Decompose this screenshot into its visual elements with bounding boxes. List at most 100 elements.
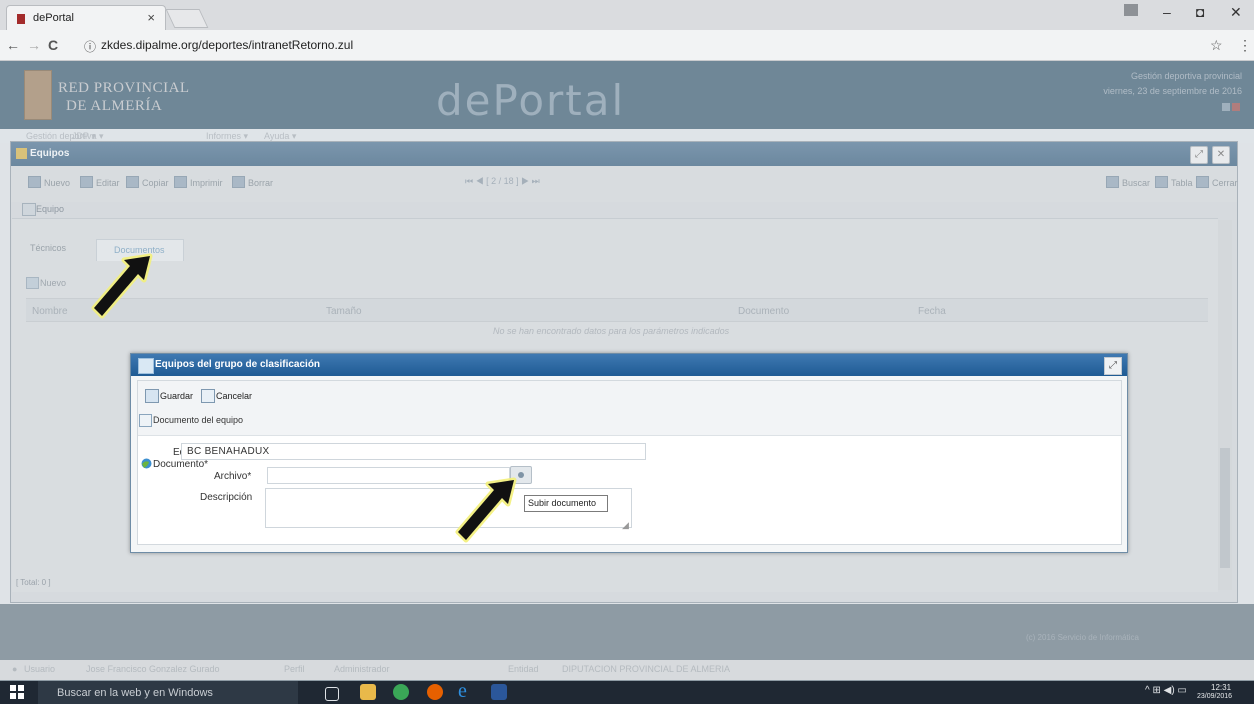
info-icon[interactable]: ⓘ [84, 38, 96, 55]
cancel-icon [201, 389, 215, 403]
usuario-value: Jose Francisco Gonzalez Gurado [86, 664, 220, 674]
favicon-icon [17, 14, 25, 24]
save-icon [145, 389, 159, 403]
taskbar-time[interactable]: 12:31 [1211, 683, 1231, 692]
dialog-maximize-icon[interactable]: ⤢ [1104, 357, 1122, 375]
help-icon[interactable] [1222, 103, 1230, 111]
app-title: dePortal [436, 76, 626, 125]
document-globe-icon [141, 458, 152, 469]
form-icon [22, 203, 36, 216]
documents-grid-header [26, 298, 1208, 322]
delete-icon [232, 176, 245, 188]
search-icon [1106, 176, 1119, 188]
restore-icon[interactable]: ◘ [1196, 4, 1204, 20]
brand-line-2: DE ALMERÍA [66, 98, 163, 114]
entidad-value: DIPUTACION PROVINCIAL DE ALMERIA [562, 664, 731, 674]
equipos-titlebar [11, 142, 1237, 166]
archivo-label: Archivo* [214, 471, 252, 482]
upload-tooltip: Subir documento [524, 495, 608, 512]
dialog-title: Equipos del grupo de clasificación [155, 359, 321, 370]
equipos-window-title: Equipos [30, 148, 70, 159]
annotation-arrow-icon [91, 253, 153, 319]
tab-tecnicos[interactable]: Técnicos [30, 243, 66, 253]
edit-icon [80, 176, 93, 188]
url-text[interactable]: zkdes.dipalme.org/deportes/intranetRetor… [101, 38, 353, 52]
browser-tab[interactable]: dePortal × [6, 5, 166, 30]
table-icon [1155, 176, 1168, 188]
cerrar-button[interactable]: Cerrar [1196, 176, 1238, 188]
perfil-label: Perfil [284, 664, 305, 674]
new-tab-button[interactable] [165, 9, 209, 28]
equipos-maximize-icon[interactable]: ⤢ [1190, 146, 1208, 164]
new-icon [28, 176, 41, 188]
minimize-icon[interactable]: – [1163, 4, 1171, 20]
dialog-toolbar [138, 381, 1121, 410]
scroll-thumb[interactable] [1220, 448, 1230, 568]
equipos-close-icon[interactable]: ✕ [1212, 146, 1230, 164]
tab-title: dePortal [33, 12, 74, 24]
close-window-icon [1196, 176, 1209, 188]
annotation-arrow-icon [455, 477, 517, 543]
equipo-section-label: Equipo [36, 204, 65, 214]
buscar-button[interactable]: Buscar [1106, 176, 1150, 188]
nuevo-button[interactable]: Nuevo [28, 176, 70, 188]
equipo-value: BC BENAHADUX [187, 446, 270, 457]
header-date: viernes, 23 de septiembre de 2016 [1103, 86, 1242, 96]
task-view-icon[interactable] [325, 687, 339, 701]
perfil-value: Administrador [334, 664, 390, 674]
browser-tab-bar: dePortal × – ◘ ✕ [0, 0, 1254, 30]
entidad-label: Entidad [508, 664, 539, 674]
copiar-button[interactable]: Copiar [126, 176, 169, 188]
taskbar-search-placeholder: Buscar en la web y en Windows [57, 687, 213, 699]
cancelar-button[interactable]: Cancelar [216, 391, 252, 401]
reload-icon[interactable]: C [48, 37, 58, 53]
column-tamano[interactable]: Tamaño [326, 306, 362, 317]
column-fecha[interactable]: Fecha [918, 306, 946, 317]
user-icon: ● [12, 664, 18, 674]
borrar-button[interactable]: Borrar [232, 176, 273, 188]
equipos-window-icon [16, 148, 27, 159]
total-count: [ Total: 0 ] [16, 578, 51, 587]
url-bar[interactable]: ⓘ zkdes.dipalme.org/deportes/intranetRet… [80, 34, 1200, 56]
resize-handle-icon[interactable]: ◢ [622, 520, 629, 531]
header-subtitle: Gestión deportiva provincial [1130, 71, 1242, 81]
empty-grid-message: No se han encontrado datos para los pará… [493, 326, 730, 336]
back-icon[interactable]: ← [6, 37, 20, 53]
system-tray[interactable]: ^ ⊞ ◀) ▭ [1145, 685, 1187, 696]
taskbar-date[interactable]: 23/09/2016 [1197, 693, 1232, 700]
copyright-text: (c) 2016 Servicio de Informática [1026, 633, 1139, 642]
dialog-icon [138, 358, 154, 374]
user-profile-icon[interactable] [1124, 4, 1138, 16]
guardar-button[interactable]: Guardar [160, 391, 193, 401]
brand-line-1: RED PROVINCIAL [58, 80, 190, 96]
forward-icon[interactable]: → [27, 37, 41, 53]
bookmark-star-icon[interactable]: ☆ [1210, 37, 1223, 54]
descripcion-label: Descripción [200, 492, 253, 503]
equipo-field[interactable]: BC BENAHADUX [181, 443, 646, 460]
logout-icon[interactable] [1232, 103, 1240, 111]
tab-close-icon[interactable]: × [147, 10, 155, 25]
fieldset-label: Documento del equipo [153, 415, 244, 425]
new-document-icon [26, 277, 39, 289]
fieldset-icon [139, 414, 152, 427]
usuario-label: Usuario [24, 664, 56, 674]
copy-icon [126, 176, 139, 188]
address-bar-row: ← → C ⓘ zkdes.dipalme.org/deportes/intra… [0, 30, 1254, 61]
browser-menu-icon[interactable]: ⋮ [1238, 37, 1252, 54]
record-pager[interactable]: ⏮ ◀ [ 2 / 18 ] ▶ ⏭ [465, 176, 540, 187]
chrome-icon[interactable] [393, 684, 409, 700]
nuevo-documento-button[interactable]: Nuevo [40, 278, 66, 288]
column-nombre[interactable]: Nombre [32, 306, 68, 317]
tabla-button[interactable]: Tabla [1155, 176, 1193, 188]
file-explorer-icon[interactable] [360, 684, 376, 700]
edge-icon[interactable]: e [458, 680, 467, 703]
editar-button[interactable]: Editar [80, 176, 120, 188]
word-icon[interactable] [491, 684, 507, 700]
documento-fieldset [138, 409, 1121, 436]
coat-of-arms-logo [24, 70, 52, 120]
column-documento[interactable]: Documento [738, 306, 789, 317]
windows-start-icon[interactable] [10, 685, 24, 699]
imprimir-button[interactable]: Imprimir [174, 176, 223, 188]
firefox-icon[interactable] [427, 684, 443, 700]
window-close-icon[interactable]: ✕ [1230, 4, 1242, 21]
